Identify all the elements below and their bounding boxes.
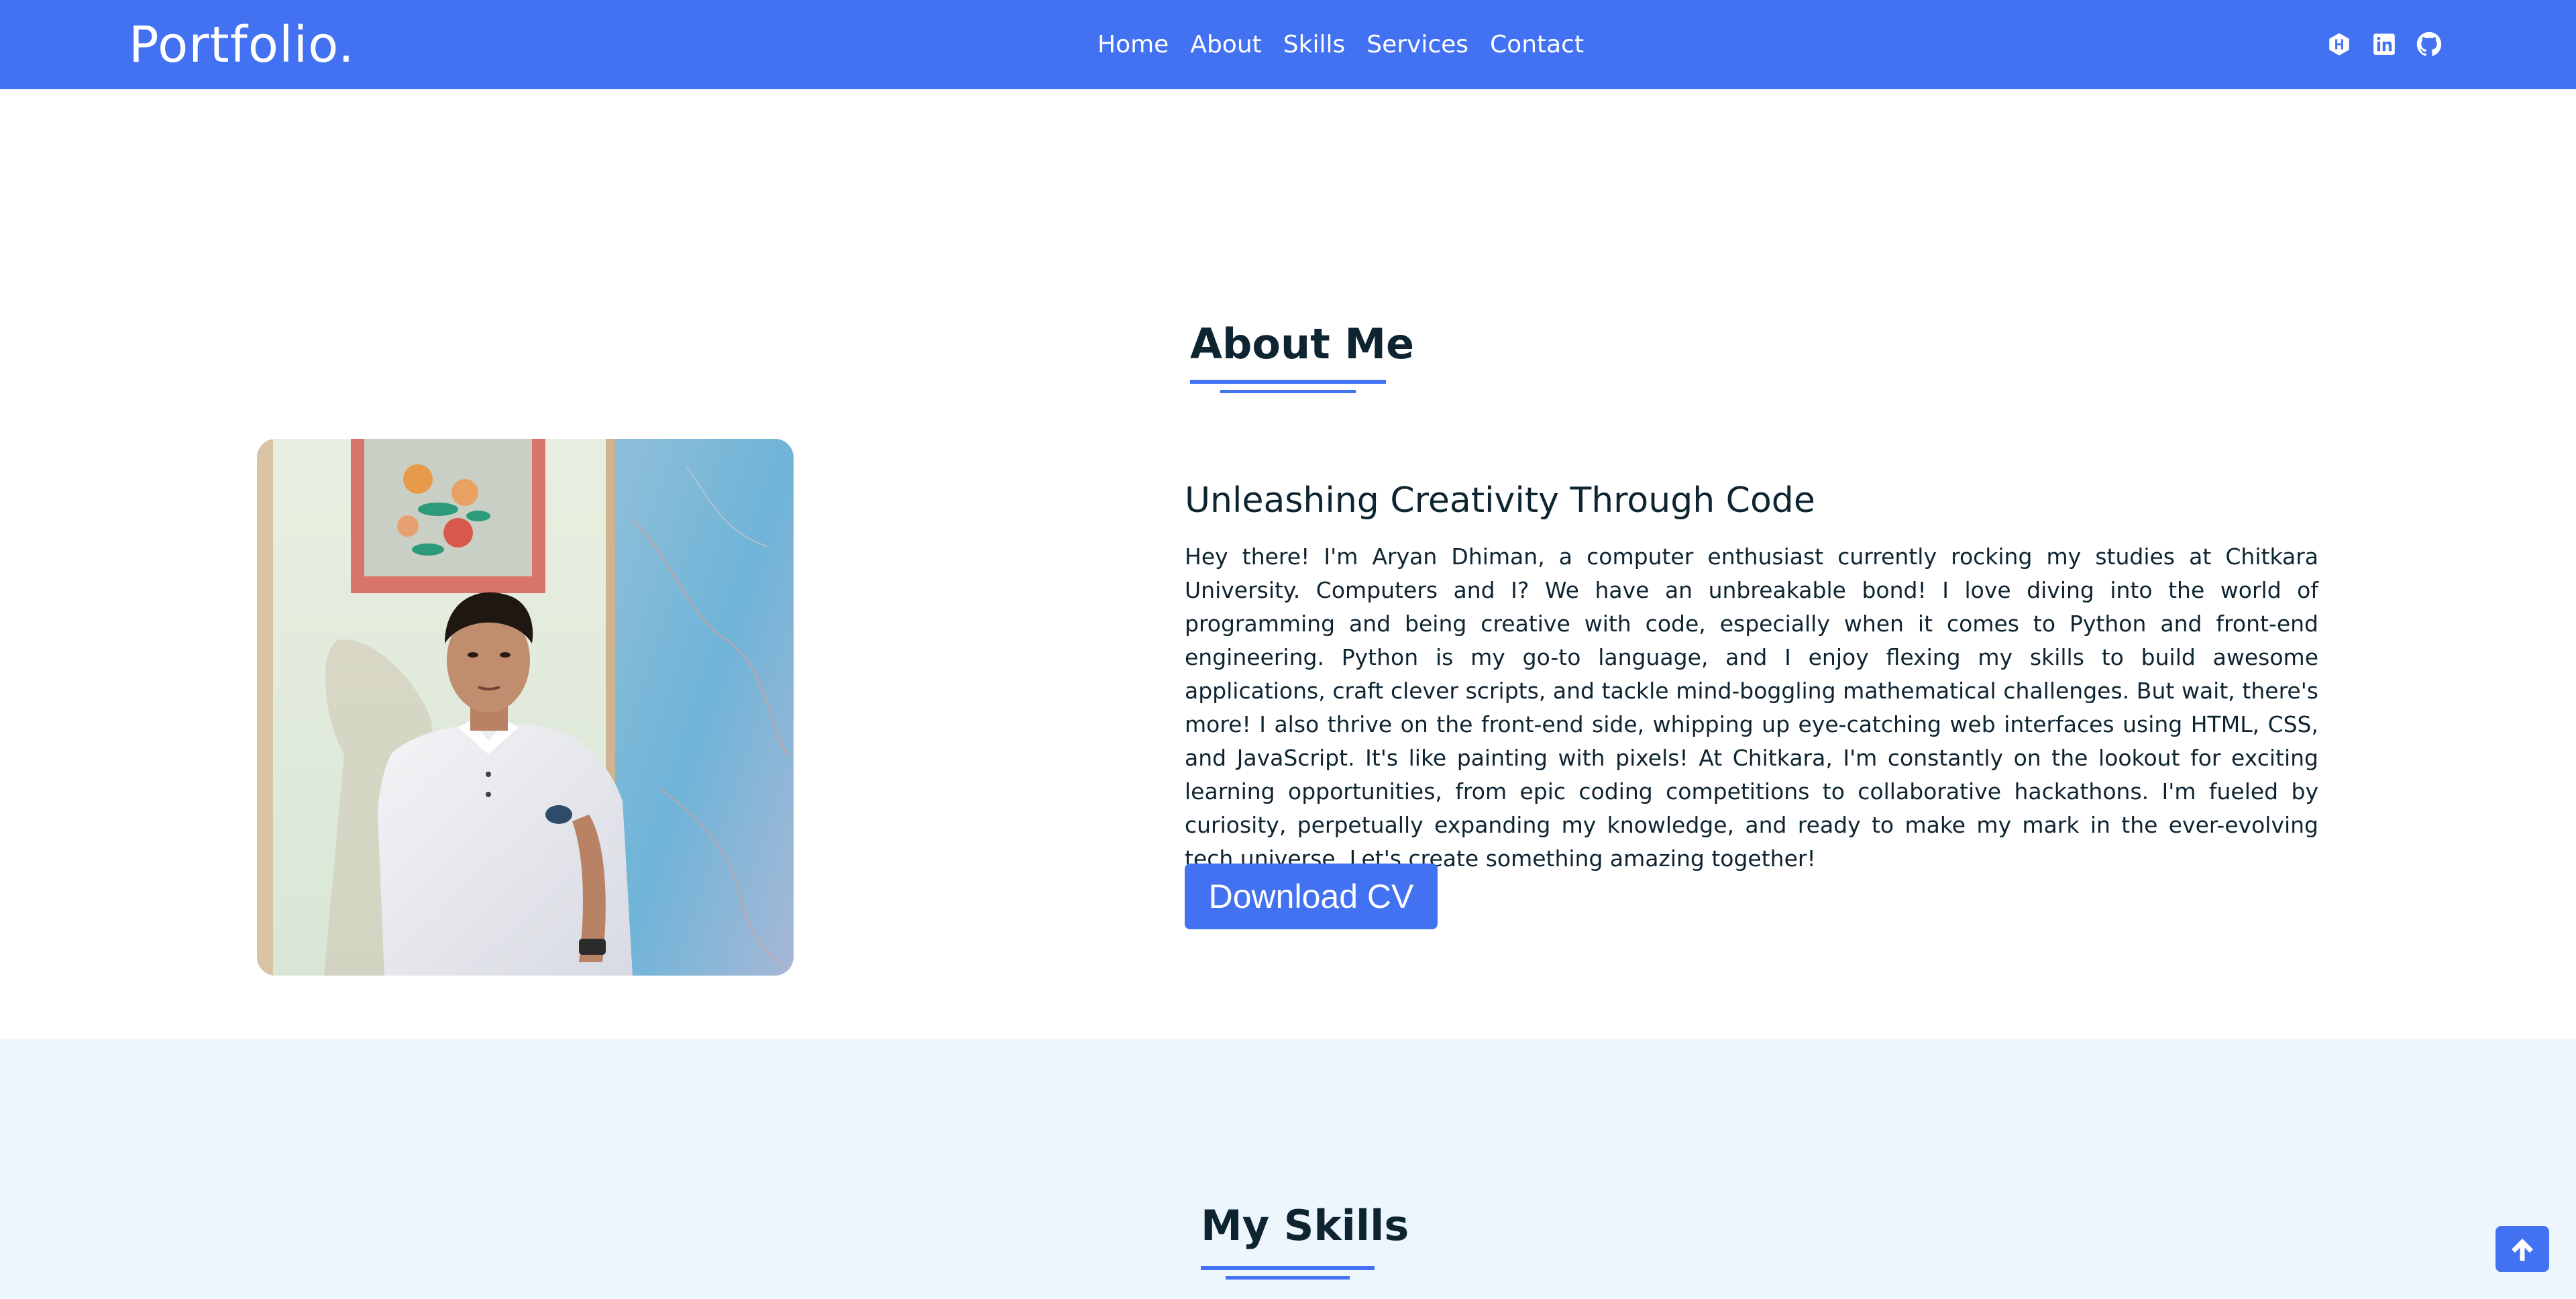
nav-link-contact[interactable]: Contact <box>1490 30 1584 60</box>
skills-section: My Skills <box>0 1039 2576 1299</box>
social-links <box>2326 32 2442 57</box>
nav-link-home[interactable]: Home <box>1097 30 1169 60</box>
skills-heading-underline-short <box>1226 1276 1350 1280</box>
about-heading: About Me <box>1190 319 1415 368</box>
profile-photo <box>257 439 794 976</box>
arrow-up-icon <box>2512 1239 2533 1261</box>
profile-photo-image <box>257 439 794 976</box>
nav-menu: Home About Skills Services Contact <box>1097 30 1605 60</box>
navbar: Portfolio. Home About Skills Services Co… <box>0 0 2576 89</box>
skills-heading-underline <box>1201 1266 1375 1270</box>
about-subtitle: Unleashing Creativity Through Code <box>1185 480 1815 521</box>
hackerrank-icon[interactable] <box>2326 32 2352 57</box>
nav-link-about[interactable]: About <box>1190 30 1261 60</box>
about-section: About Me Unleashing Creativity Through C… <box>0 89 2576 1039</box>
download-cv-button[interactable]: Download CV <box>1185 864 1438 929</box>
about-description: Hey there! I'm Aryan Dhiman, a computer … <box>1185 543 2318 872</box>
nav-link-skills[interactable]: Skills <box>1283 30 1345 60</box>
nav-link-services[interactable]: Services <box>1366 30 1468 60</box>
linkedin-icon[interactable] <box>2371 32 2397 57</box>
github-icon[interactable] <box>2416 32 2442 57</box>
brand-logo[interactable]: Portfolio. <box>129 15 355 75</box>
heading-underline-short <box>1220 390 1356 393</box>
heading-underline <box>1190 380 1386 384</box>
scroll-to-top-button[interactable] <box>2496 1226 2549 1272</box>
skills-heading: My Skills <box>1201 1201 1409 1250</box>
